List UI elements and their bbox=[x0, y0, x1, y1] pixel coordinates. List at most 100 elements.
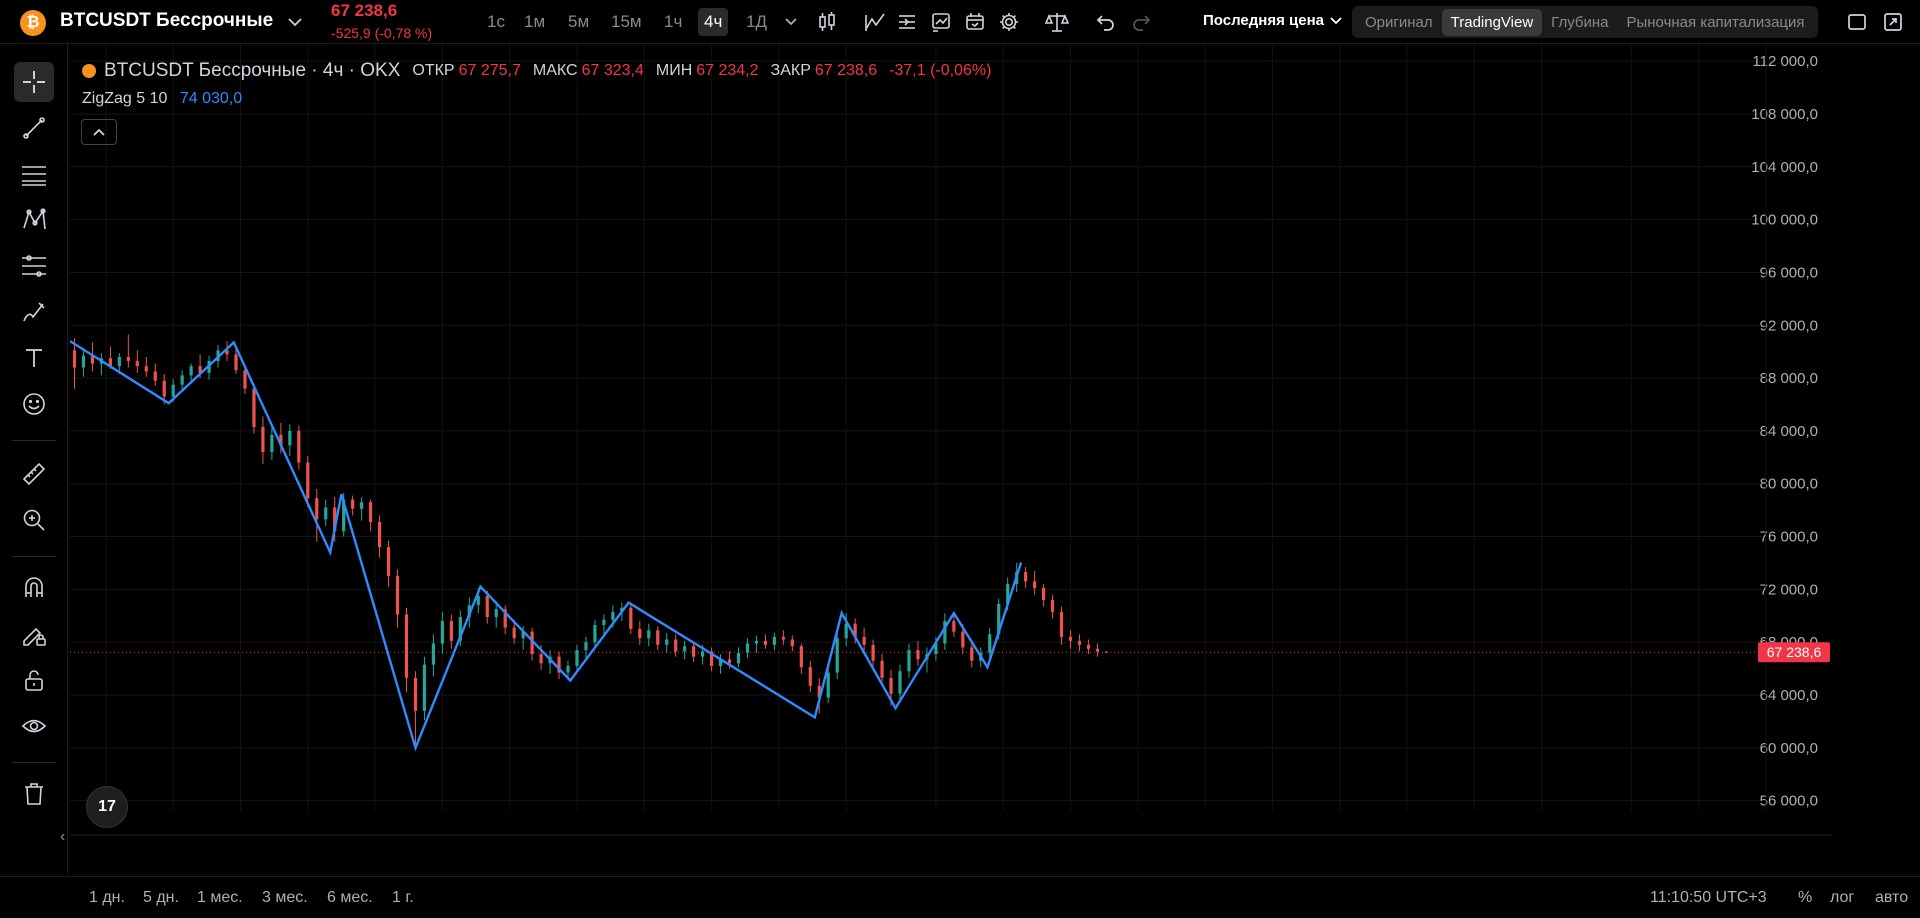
unlock-icon[interactable] bbox=[14, 660, 54, 700]
scroll-left-icon[interactable]: ‹ bbox=[60, 828, 65, 846]
candle-body bbox=[745, 643, 750, 653]
emoji-icon[interactable] bbox=[14, 384, 54, 424]
candle-body bbox=[772, 636, 776, 645]
fullscreen-icon[interactable] bbox=[1880, 9, 1906, 35]
legend-change: -37,1 (-0,06%) bbox=[889, 62, 992, 79]
candle-body bbox=[440, 621, 444, 644]
zoom-in-icon[interactable] bbox=[14, 500, 54, 540]
scale-balance-icon[interactable] bbox=[1044, 9, 1070, 35]
candle-body bbox=[988, 634, 992, 653]
candle-body bbox=[171, 384, 175, 397]
candle-body bbox=[1059, 611, 1064, 637]
range-1m[interactable]: 1 мес. bbox=[197, 889, 243, 907]
price-chart[interactable]: 56 000,060 000,064 000,068 000,072 000,0… bbox=[70, 44, 1832, 840]
percent-scale-toggle[interactable]: % bbox=[1798, 889, 1812, 907]
price-source-select[interactable]: Последняя цена bbox=[1203, 12, 1342, 29]
clock[interactable]: 11:10:50 UTC+3 bbox=[1650, 889, 1767, 907]
candle-body bbox=[692, 646, 696, 657]
candle-type-icon[interactable] bbox=[814, 9, 840, 35]
candle-body bbox=[844, 623, 848, 639]
timeframe-4h[interactable]: 4ч bbox=[698, 8, 729, 36]
candle-body bbox=[593, 625, 597, 643]
candle-body bbox=[395, 576, 400, 615]
trend-line-icon[interactable] bbox=[14, 108, 54, 148]
list-icon[interactable] bbox=[894, 9, 920, 35]
range-1d[interactable]: 1 дн. bbox=[89, 889, 125, 907]
horizontal-lines-icon[interactable] bbox=[14, 154, 54, 194]
log-scale-toggle[interactable]: лог bbox=[1830, 889, 1854, 907]
magnet-icon[interactable] bbox=[14, 568, 54, 608]
candle-body bbox=[808, 667, 812, 686]
candle-body bbox=[315, 498, 319, 520]
y-tick-label: 56 000,0 bbox=[1760, 793, 1818, 810]
y-tick-label: 72 000,0 bbox=[1760, 581, 1818, 598]
collapse-legend-button[interactable] bbox=[81, 119, 117, 145]
timeframe-15m[interactable]: 15м bbox=[605, 8, 648, 36]
range-3m[interactable]: 3 мес. bbox=[262, 889, 308, 907]
candle-body bbox=[1068, 636, 1073, 641]
redo-icon[interactable] bbox=[1128, 9, 1154, 35]
candle-body bbox=[404, 614, 409, 678]
timeframe-1s[interactable]: 1с bbox=[481, 8, 511, 36]
ohlc-legend: BTCUSDT Бессрочные · 4ч · OKX ОТКР 67 275… bbox=[82, 60, 991, 82]
window-icon[interactable] bbox=[1844, 9, 1870, 35]
view-option-depth[interactable]: Глубина bbox=[1542, 9, 1617, 36]
crosshair-icon[interactable] bbox=[14, 62, 54, 102]
indicator-value: 74 030,0 bbox=[179, 90, 243, 107]
symbol-title[interactable]: BTCUSDT Бессрочные bbox=[60, 10, 273, 32]
legend-close: 67 238,6 bbox=[814, 62, 878, 79]
candle-body bbox=[952, 621, 956, 632]
zigzag-indicator-legend[interactable]: ZigZag 5 10 74 030,0 bbox=[82, 90, 242, 108]
candle-body bbox=[1086, 644, 1091, 649]
candle-body bbox=[1033, 581, 1037, 589]
timeframe-dropdown-icon[interactable] bbox=[778, 9, 804, 35]
tradingview-logo[interactable]: 17 bbox=[86, 786, 128, 828]
range-1y[interactable]: 1 г. bbox=[392, 889, 414, 907]
candle-body bbox=[1104, 651, 1108, 653]
auto-scale-toggle[interactable]: авто bbox=[1875, 889, 1908, 907]
y-tick-label: 104 000,0 bbox=[1751, 159, 1818, 176]
timeframe-1m[interactable]: 1м bbox=[518, 8, 551, 36]
chevron-down-icon[interactable] bbox=[286, 13, 304, 31]
y-tick-label: 80 000,0 bbox=[1760, 476, 1818, 493]
timeframe-1h[interactable]: 1ч bbox=[658, 8, 688, 36]
candle-body bbox=[647, 630, 651, 639]
range-5d[interactable]: 5 дн. bbox=[143, 889, 179, 907]
candle-body bbox=[1041, 588, 1046, 600]
candle-body bbox=[449, 621, 453, 641]
timeframe-5m[interactable]: 5м bbox=[562, 8, 595, 36]
range-6m[interactable]: 6 мес. bbox=[327, 889, 373, 907]
candlestick-chart-svg[interactable]: 56 000,060 000,064 000,068 000,072 000,0… bbox=[70, 44, 1832, 840]
brush-icon[interactable] bbox=[14, 292, 54, 332]
text-tool-icon[interactable] bbox=[14, 338, 54, 378]
indicators-icon[interactable] bbox=[862, 9, 888, 35]
timeframe-1d[interactable]: 1Д bbox=[740, 8, 773, 36]
trash-icon[interactable] bbox=[14, 774, 54, 814]
lock-drawing-icon[interactable] bbox=[14, 614, 54, 654]
fib-tools-icon[interactable] bbox=[14, 246, 54, 286]
current-price-label: 67 238,6 bbox=[1767, 644, 1822, 660]
legend-low-label: МИН bbox=[655, 62, 693, 79]
candle-body bbox=[234, 354, 238, 371]
candle-body bbox=[189, 366, 193, 376]
candle-body bbox=[862, 636, 866, 645]
y-tick-label: 60 000,0 bbox=[1760, 740, 1818, 757]
view-option-market-cap[interactable]: Рыночная капитализация bbox=[1617, 9, 1813, 36]
compare-icon[interactable] bbox=[928, 9, 954, 35]
candle-body bbox=[297, 430, 301, 463]
legend-title: BTCUSDT Бессрочные · 4ч · OKX bbox=[104, 60, 401, 81]
view-option-original[interactable]: Оригинал bbox=[1356, 9, 1442, 36]
replay-icon[interactable] bbox=[962, 9, 988, 35]
eye-visibility-icon[interactable] bbox=[14, 706, 54, 746]
legend-high-label: МАКС bbox=[532, 62, 578, 79]
settings-gear-icon[interactable] bbox=[996, 9, 1022, 35]
view-option-tradingview[interactable]: TradingView bbox=[1441, 8, 1543, 36]
y-tick-label: 108 000,0 bbox=[1751, 106, 1818, 123]
indicator-name: ZigZag 5 10 bbox=[82, 90, 168, 107]
candle-body bbox=[826, 672, 830, 698]
pattern-icon[interactable] bbox=[14, 200, 54, 240]
ruler-icon[interactable] bbox=[14, 454, 54, 494]
undo-icon[interactable] bbox=[1093, 9, 1119, 35]
legend-low: 67 234,2 bbox=[696, 62, 759, 79]
candle-body bbox=[539, 654, 543, 664]
